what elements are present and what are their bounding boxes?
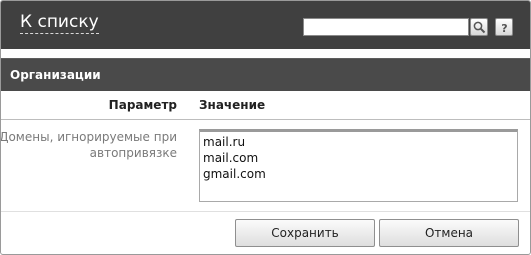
- save-button[interactable]: Сохранить: [235, 219, 375, 247]
- section-title: Организации: [10, 68, 101, 82]
- search-button[interactable]: [470, 18, 488, 36]
- top-header: К списку ?: [1, 1, 530, 49]
- back-to-list-link[interactable]: К списку: [20, 12, 99, 34]
- svg-text:?: ?: [501, 22, 507, 34]
- section-header: Организации: [1, 58, 530, 91]
- ignored-domains-textarea[interactable]: [199, 129, 518, 202]
- help-button[interactable]: ?: [495, 18, 513, 36]
- column-header-parameter: Параметр: [108, 98, 177, 112]
- search-input[interactable]: [303, 18, 469, 36]
- header-divider: [1, 119, 530, 120]
- help-icon: ?: [501, 22, 507, 34]
- cancel-button[interactable]: Отмена: [379, 219, 519, 247]
- settings-window: К списку ? Организации Параметр Значение…: [0, 0, 531, 255]
- footer-divider: [1, 211, 530, 212]
- search-icon: [473, 21, 486, 34]
- column-header-value: Значение: [199, 98, 266, 112]
- ignored-domains-label: Домены, игнорируемые при автопривязке: [0, 130, 177, 160]
